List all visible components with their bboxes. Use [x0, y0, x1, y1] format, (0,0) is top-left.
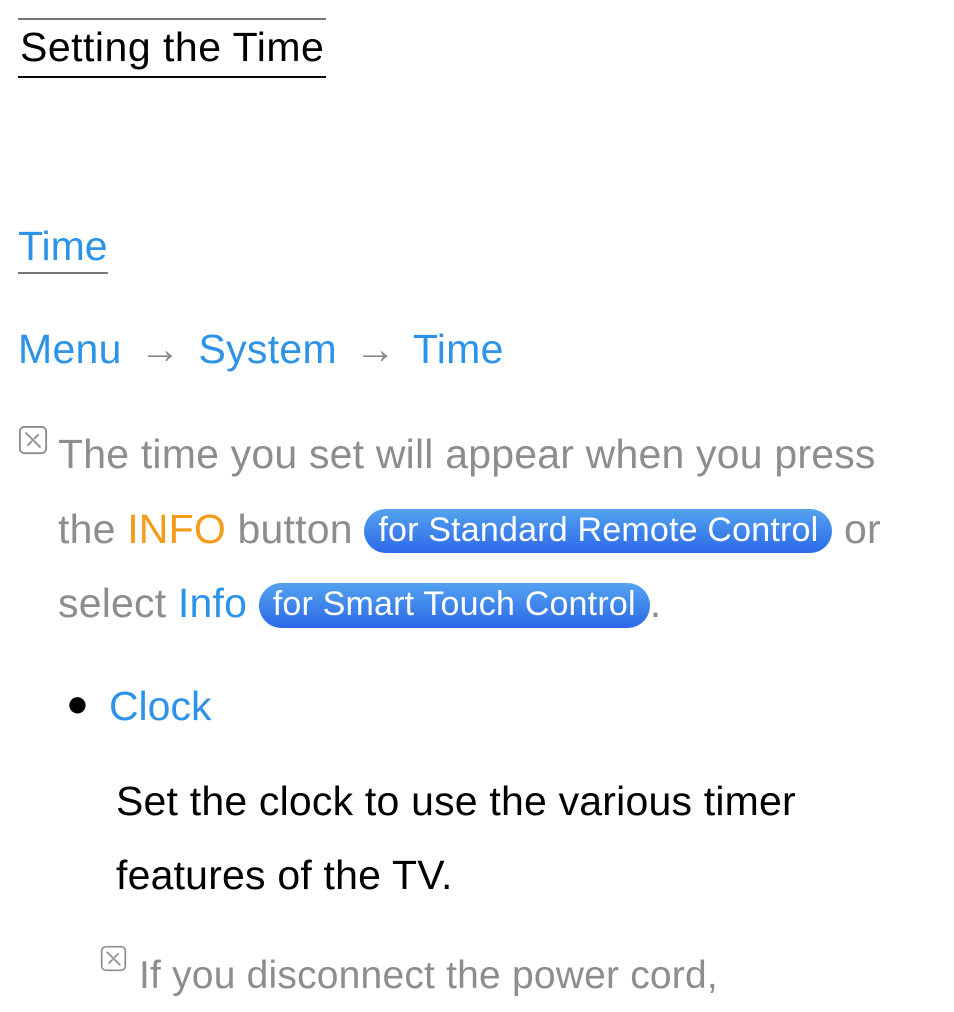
pill-standard-remote: for Standard Remote Control	[364, 509, 832, 554]
note-part2: button	[226, 506, 364, 552]
info-select-label: Info	[178, 580, 247, 626]
bullet-dot-icon: ●	[66, 683, 89, 726]
section-heading-row: Time	[18, 223, 936, 274]
bullet-body: Set the clock to use the various timer f…	[116, 764, 936, 913]
note-icon	[18, 425, 48, 460]
arrow-icon: →	[355, 326, 396, 372]
breadcrumb: Menu → System → Time	[18, 326, 936, 373]
note-text: The time you set will appear when you pr…	[58, 417, 936, 641]
page-title: Setting the Time	[18, 20, 326, 78]
note-period: .	[650, 580, 662, 626]
bullet-row: ● Clock	[18, 683, 936, 730]
breadcrumb-system: System	[198, 326, 337, 372]
note-block: The time you set will appear when you pr…	[18, 417, 936, 641]
info-button-label: INFO	[127, 506, 226, 552]
note-icon	[100, 945, 127, 977]
section-heading: Time	[18, 223, 108, 274]
arrow-icon: →	[139, 326, 180, 372]
title-block: Setting the Time	[18, 18, 326, 78]
breadcrumb-time: Time	[413, 326, 504, 372]
bullet-label: Clock	[109, 683, 212, 730]
manual-page: Setting the Time Time Menu → System → Ti…	[0, 0, 954, 1012]
breadcrumb-menu: Menu	[18, 326, 122, 372]
pill-smart-touch: for Smart Touch Control	[259, 583, 650, 628]
